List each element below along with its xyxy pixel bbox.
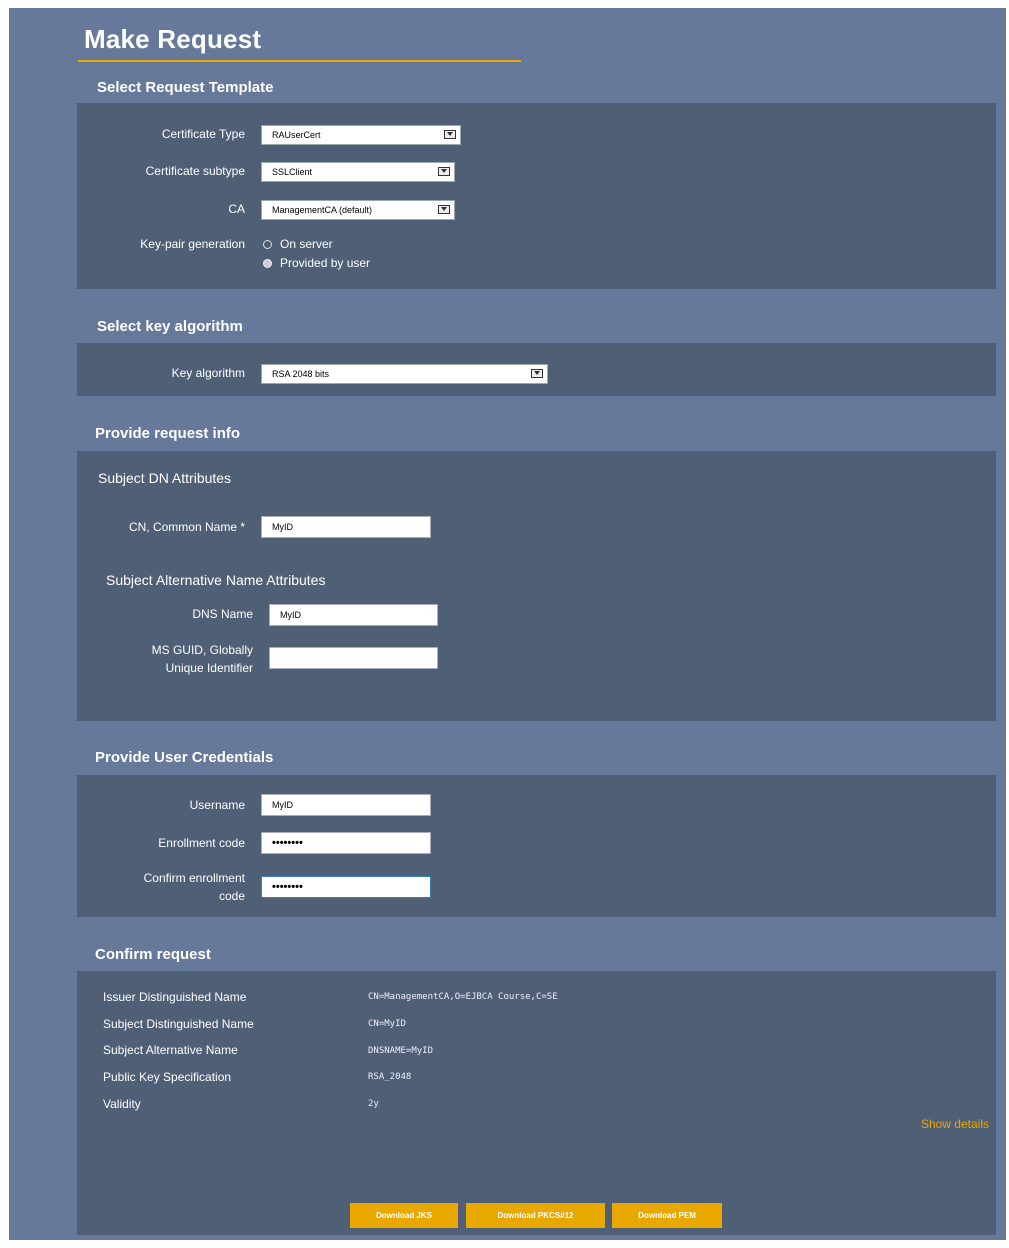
download-pem-button[interactable]: Download PEM: [612, 1203, 722, 1228]
chevron-down-icon[interactable]: [438, 205, 450, 214]
cert-type-value: RAUserCert: [272, 130, 321, 140]
cert-subtype-value: SSLClient: [272, 167, 313, 177]
key-algorithm-select[interactable]: RSA 2048 bits: [261, 364, 548, 384]
confirm-code-label: Confirm enrollment code: [95, 869, 245, 905]
radio-checked-icon[interactable]: [263, 259, 272, 269]
show-details-link[interactable]: Show details: [921, 1117, 989, 1131]
guid-input[interactable]: [269, 647, 438, 669]
validity-label: Validity: [103, 1097, 141, 1111]
ca-value: ManagementCA (default): [272, 205, 373, 215]
credentials-heading: Provide User Credentials: [95, 749, 274, 766]
cert-subtype-select[interactable]: SSLClient: [261, 162, 455, 182]
dns-label-text: DNS Name: [192, 607, 253, 621]
username-label: Username: [189, 798, 245, 812]
san-value: DNSNAME=MyID: [368, 1046, 434, 1056]
template-heading: Select Request Template: [97, 79, 274, 96]
key-algorithm-value: RSA 2048 bits: [272, 369, 330, 379]
cert-type-select[interactable]: RAUserCert: [261, 125, 461, 145]
keygen-option-server-label: On server: [280, 237, 333, 251]
enrollment-code-label: Enrollment code: [158, 836, 245, 850]
confirm-panel: [77, 971, 996, 1235]
title-underline: [78, 60, 521, 62]
cert-type-label: Certificate Type: [161, 127, 245, 141]
download-jks-button[interactable]: Download JKS: [350, 1203, 458, 1228]
confirm-code-input[interactable]: ••••••••: [261, 876, 431, 898]
confirm-heading: Confirm request: [95, 946, 211, 963]
confirm-code-label-line1: Confirm enrollment: [143, 871, 245, 885]
ca-select[interactable]: ManagementCA (default): [261, 200, 455, 220]
confirm-code-label-line2: code: [218, 889, 245, 903]
page-title: Make Request: [84, 24, 262, 54]
dns-input[interactable]: MyID: [269, 604, 438, 626]
chevron-down-icon[interactable]: [444, 130, 456, 139]
enrollment-code-input[interactable]: ••••••••: [261, 832, 431, 854]
download-pkcs12-button[interactable]: Download PKCS#12: [466, 1203, 605, 1228]
subject-dn-value: CN=MyID: [368, 1019, 406, 1029]
cn-label: CN, Common Name *: [128, 520, 245, 534]
subject-dn-label: Subject Distinguished Name: [103, 1017, 254, 1031]
keygen-option-user[interactable]: Provided by user: [263, 255, 370, 271]
san-label: Subject Alternative Name: [103, 1043, 238, 1057]
key-algorithm-heading: Select key algorithm: [97, 318, 243, 335]
dns-label: DNS Name: [110, 605, 253, 623]
chevron-down-icon[interactable]: [438, 167, 450, 176]
username-input[interactable]: MyID: [261, 794, 431, 816]
cn-input[interactable]: MyID: [261, 516, 431, 538]
issuer-dn-label: Issuer Distinguished Name: [103, 990, 247, 1004]
keygen-option-user-label: Provided by user: [280, 256, 371, 270]
issuer-dn-value: CN=ManagementCA,O=EJBCA Course,C=SE: [368, 992, 558, 1002]
subject-dn-heading: Subject DN Attributes: [98, 470, 232, 486]
guid-label-line2: Unique Identifier: [165, 661, 253, 675]
ca-label: CA: [228, 202, 245, 216]
public-key-value: RSA_2048: [368, 1072, 412, 1082]
radio-unchecked-icon[interactable]: [263, 240, 272, 250]
keygen-option-server[interactable]: On server: [263, 236, 333, 252]
key-algorithm-label: Key algorithm: [171, 366, 245, 380]
chevron-down-icon[interactable]: [531, 369, 543, 378]
validity-value: 2y: [368, 1099, 379, 1109]
san-heading: Subject Alternative Name Attributes: [106, 572, 326, 588]
public-key-label: Public Key Specification: [103, 1070, 232, 1084]
guid-label-line1: MS GUID, Globally: [151, 643, 253, 657]
guid-label: MS GUID, Globally Unique Identifier: [95, 641, 253, 677]
keygen-label: Key-pair generation: [140, 237, 245, 251]
cert-subtype-label: Certificate subtype: [145, 164, 245, 178]
request-info-heading: Provide request info: [95, 425, 241, 442]
